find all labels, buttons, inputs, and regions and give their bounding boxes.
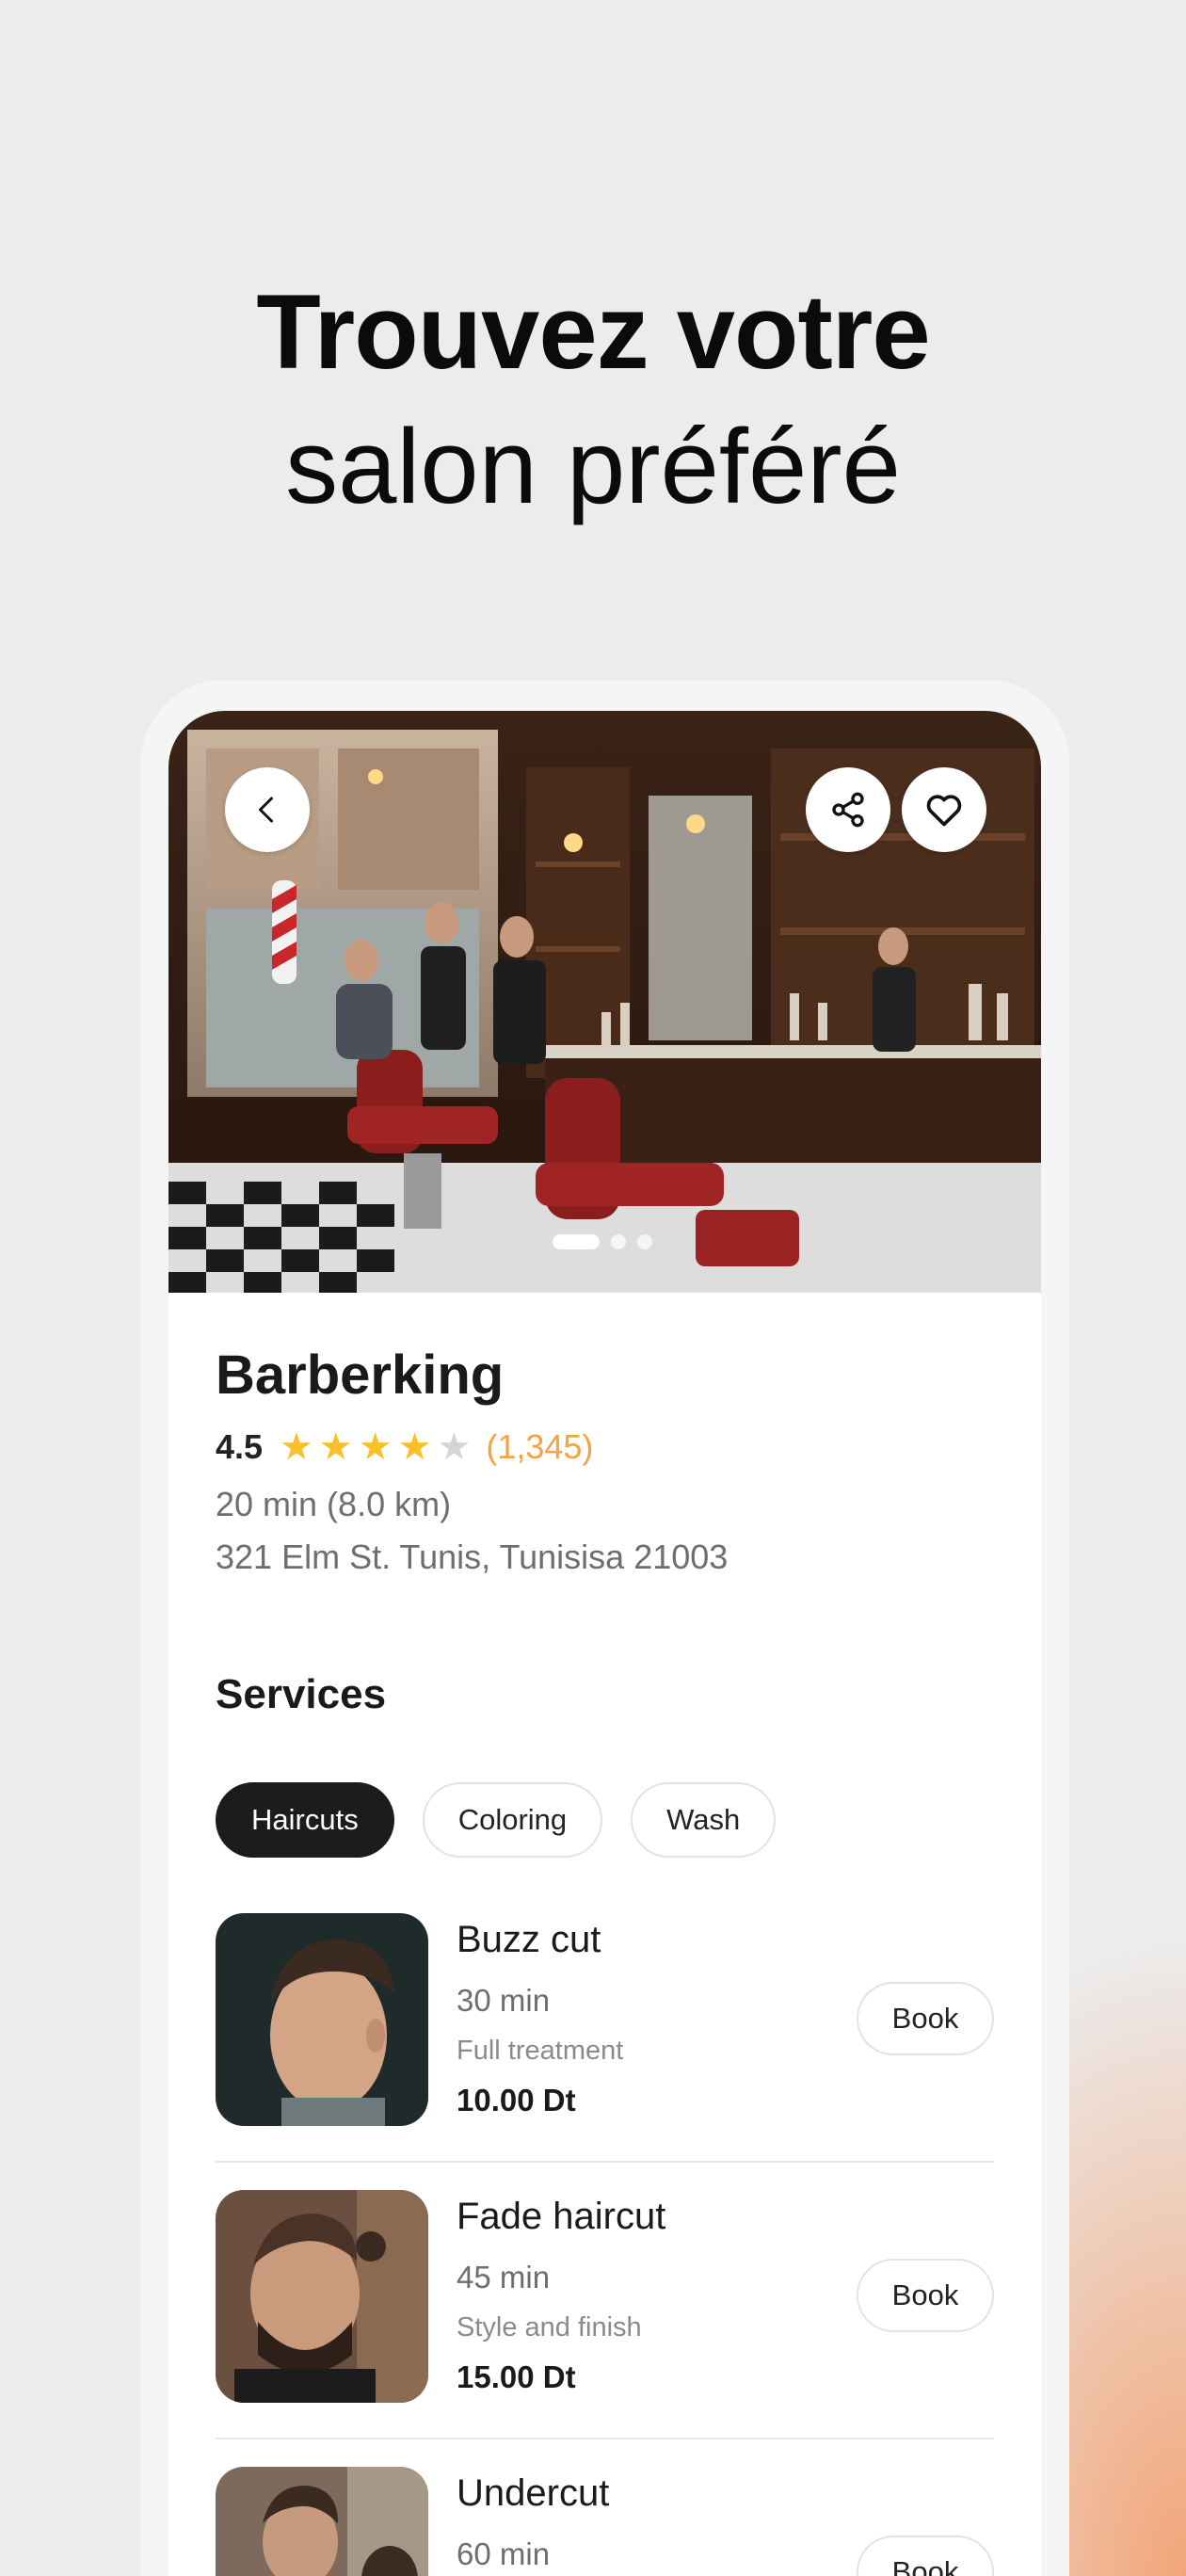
salon-detail-screen: Barberking 4.5 ★ ★ ★ ★ ★ (1,345) 20 min (8.0… bbox=[168, 711, 1041, 2576]
service-thumbnail bbox=[216, 2190, 428, 2403]
service-description: Style and finish bbox=[457, 2312, 642, 2343]
rating-stars: ★ ★ ★ ★ ★ bbox=[280, 1426, 471, 1468]
service-name: Buzz cut bbox=[457, 1919, 601, 1960]
pagination-dot[interactable] bbox=[637, 1234, 652, 1249]
favorite-button[interactable] bbox=[902, 767, 986, 852]
star-filled-icon: ★ bbox=[318, 1426, 353, 1468]
undercut-photo bbox=[216, 2467, 428, 2576]
buzz-cut-photo bbox=[216, 1913, 428, 2126]
star-filled-icon: ★ bbox=[397, 1426, 432, 1468]
divider bbox=[216, 2438, 994, 2439]
service-description: Full treatment bbox=[457, 2036, 624, 2066]
promo-headline: Trouvez votre salon préféré bbox=[0, 268, 1186, 538]
tab-coloring[interactable]: Coloring bbox=[422, 1782, 603, 1858]
services-heading: Services bbox=[216, 1671, 387, 1717]
rating-row: 4.5 ★ ★ ★ ★ ★ (1,345) bbox=[216, 1426, 593, 1468]
pagination-dot[interactable] bbox=[611, 1234, 626, 1249]
service-price: 10.00 Dt bbox=[457, 2083, 576, 2117]
divider bbox=[216, 2161, 994, 2163]
travel-distance: 20 min (8.0 km) bbox=[216, 1485, 452, 1523]
star-empty-icon: ★ bbox=[437, 1426, 472, 1468]
tab-wash[interactable]: Wash bbox=[631, 1782, 777, 1858]
service-item: Undercut 60 min Book bbox=[216, 2467, 994, 2576]
book-button[interactable]: Book bbox=[857, 2536, 994, 2576]
service-duration: 30 min bbox=[457, 1983, 551, 2018]
pagination-dot-active[interactable] bbox=[553, 1234, 600, 1249]
salon-photo-gallery[interactable] bbox=[168, 711, 1041, 1293]
back-button[interactable] bbox=[225, 767, 310, 852]
service-category-tabs: Haircuts Coloring Wash bbox=[216, 1782, 777, 1858]
service-name: Undercut bbox=[457, 2472, 610, 2514]
share-button[interactable] bbox=[806, 767, 890, 852]
review-count[interactable]: (1,345) bbox=[486, 1427, 593, 1467]
service-thumbnail bbox=[216, 1913, 428, 2126]
share-icon bbox=[832, 792, 864, 828]
tab-haircuts[interactable]: Haircuts bbox=[216, 1782, 394, 1858]
heart-icon bbox=[926, 795, 962, 827]
gallery-pagination bbox=[553, 1234, 652, 1249]
chevron-left-icon bbox=[259, 797, 273, 823]
headline-line-1: Trouvez votre bbox=[256, 273, 930, 391]
service-duration: 45 min bbox=[457, 2260, 551, 2294]
service-item: Fade haircut 45 min Style and finish 15.… bbox=[216, 2190, 994, 2403]
service-item: Buzz cut 30 min Full treatment 10.00 Dt … bbox=[216, 1913, 994, 2126]
rating-value: 4.5 bbox=[216, 1427, 264, 1466]
book-button[interactable]: Book bbox=[857, 2259, 994, 2332]
book-button[interactable]: Book bbox=[857, 1982, 994, 2055]
fade-haircut-photo bbox=[216, 2190, 428, 2403]
service-price: 15.00 Dt bbox=[457, 2359, 576, 2394]
service-duration: 60 min bbox=[457, 2536, 551, 2571]
star-filled-icon: ★ bbox=[280, 1426, 313, 1468]
salon-name: Barberking bbox=[216, 1344, 505, 1406]
service-thumbnail bbox=[216, 2467, 428, 2576]
star-filled-icon: ★ bbox=[358, 1426, 393, 1468]
headline-line-2: salon préféré bbox=[285, 408, 901, 525]
service-name: Fade haircut bbox=[457, 2196, 666, 2237]
salon-address: 321 Elm St. Tunis, Tunisisa 21003 bbox=[216, 1538, 729, 1576]
